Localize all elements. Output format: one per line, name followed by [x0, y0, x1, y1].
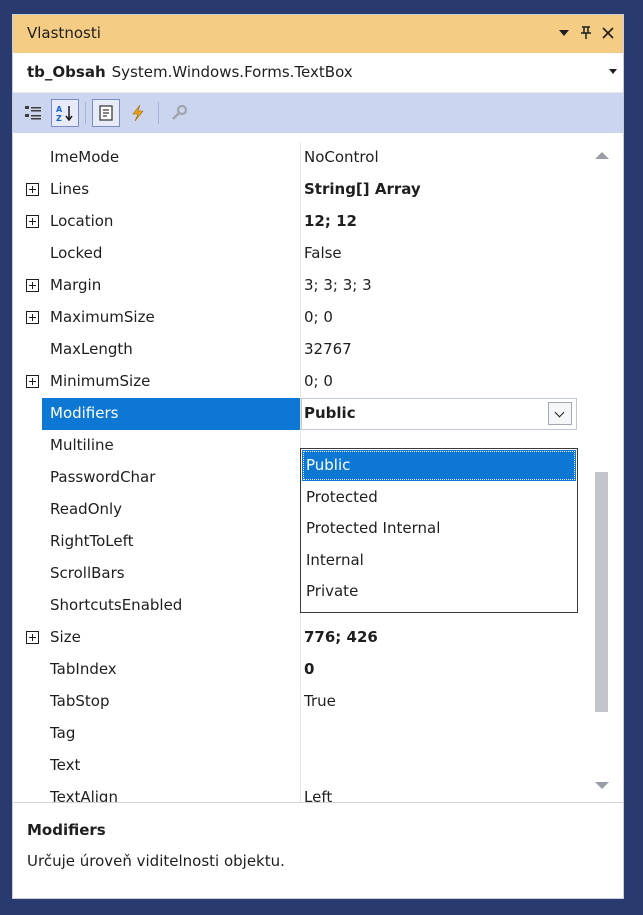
property-row[interactable]: MaximumSize 0; 0 [13, 302, 579, 334]
properties-button[interactable] [92, 99, 120, 127]
dropdown-option[interactable]: Public [302, 450, 576, 481]
expand-icon[interactable] [26, 375, 39, 388]
chevron-down-icon [609, 69, 617, 74]
events-icon [132, 104, 144, 122]
alphabetical-icon: A Z [56, 105, 73, 122]
modifiers-dropdown-list: Public Protected Protected Internal Interna… [300, 448, 578, 613]
properties-window: Vlastnosti tb_Obsah System.Windows.Forms.… [12, 14, 624, 899]
property-row[interactable]: Size 776; 426 [13, 622, 579, 654]
window-options-button[interactable] [553, 21, 575, 45]
property-row[interactable]: Modifiers Public [13, 398, 579, 430]
properties-icon [99, 105, 113, 121]
property-row[interactable]: Locked False [13, 238, 579, 270]
events-button[interactable] [124, 99, 152, 127]
properties-toolbar: A Z [13, 93, 623, 133]
property-name: Locked [50, 244, 103, 262]
property-row[interactable]: Margin 3; 3; 3; 3 [13, 270, 579, 302]
property-name: Lines [50, 180, 90, 198]
property-name: Margin [50, 276, 102, 294]
property-name: ShortcutsEnabled [50, 596, 183, 614]
scroll-down-arrow-icon[interactable] [595, 782, 609, 789]
property-name: Tag [50, 724, 76, 742]
property-name: TextAlign [50, 788, 118, 802]
dropdown-option[interactable]: Private [302, 576, 576, 607]
pin-button[interactable] [575, 21, 597, 45]
expand-icon[interactable] [26, 215, 39, 228]
property-row[interactable]: TabStop True [13, 686, 579, 718]
toolbar-separator [85, 102, 86, 124]
property-row[interactable]: Lines String[] Array [13, 174, 579, 206]
property-row[interactable]: TabIndex 0 [13, 654, 579, 686]
alphabetical-button[interactable]: A Z [51, 99, 79, 127]
object-type: System.Windows.Forms.TextBox [111, 63, 353, 81]
categorized-button[interactable] [19, 99, 47, 127]
property-name: ScrollBars [50, 564, 125, 582]
toolbar-separator [158, 102, 159, 124]
chevron-down-icon[interactable] [548, 402, 572, 425]
close-icon [602, 27, 614, 39]
property-value: False [304, 244, 342, 262]
dropdown-option[interactable]: Protected Internal [302, 513, 576, 544]
property-value: Left [304, 788, 333, 802]
property-value: String[] Array [304, 180, 421, 198]
property-value: 3; 3; 3; 3 [304, 276, 372, 294]
dropdown-option[interactable]: Protected [302, 482, 576, 513]
property-row[interactable]: ImeMode NoControl [13, 142, 579, 174]
property-value: 776; 426 [304, 628, 378, 646]
property-name: Multiline [50, 436, 114, 454]
property-name: Modifiers [50, 404, 119, 422]
property-value[interactable]: Public [304, 404, 574, 422]
property-name: PasswordChar [50, 468, 156, 486]
property-value: 12; 12 [304, 212, 357, 230]
property-value: 32767 [304, 340, 352, 358]
dropdown-arrow-icon [559, 30, 569, 36]
property-pages-button[interactable] [165, 99, 193, 127]
scrollbar-thumb[interactable] [595, 472, 608, 712]
property-value: 0; 0 [304, 372, 333, 390]
property-name: Text [50, 756, 81, 774]
categorized-icon [25, 106, 41, 120]
property-name: ImeMode [50, 148, 120, 166]
property-name: ReadOnly [50, 500, 123, 518]
property-row[interactable]: MaxLength 32767 [13, 334, 579, 366]
property-name: RightToLeft [50, 532, 134, 550]
property-name: Location [50, 212, 114, 230]
svg-text:A: A [56, 105, 63, 114]
expand-icon[interactable] [26, 311, 39, 324]
window-title: Vlastnosti [27, 24, 101, 42]
pin-icon [581, 26, 591, 39]
expand-icon[interactable] [26, 279, 39, 292]
property-name: MaximumSize [50, 308, 155, 326]
svg-text:Z: Z [56, 114, 62, 122]
property-name: MinimumSize [50, 372, 151, 390]
property-name: Size [50, 628, 81, 646]
dropdown-option[interactable]: Internal [302, 545, 576, 576]
close-button[interactable] [597, 21, 619, 45]
property-row[interactable]: TextAlign Left [13, 782, 579, 802]
vertical-scrollbar[interactable] [579, 142, 623, 802]
property-row[interactable]: MinimumSize 0; 0 [13, 366, 579, 398]
window-controls [553, 21, 619, 45]
property-pages-icon [172, 104, 188, 120]
scroll-up-arrow-icon[interactable] [595, 152, 609, 159]
object-selector-label: tb_Obsah System.Windows.Forms.TextBox [27, 63, 353, 81]
description-pane: Modifiers Určuje úroveň viditelnosti obj… [13, 802, 623, 898]
property-value: True [304, 692, 336, 710]
property-row[interactable]: Location 12; 12 [13, 206, 579, 238]
property-value: 0; 0 [304, 308, 333, 326]
property-value: 0 [304, 660, 315, 678]
property-name: TabStop [50, 692, 110, 710]
property-name: MaxLength [50, 340, 133, 358]
property-name: TabIndex [50, 660, 117, 678]
property-row[interactable]: Tag [13, 718, 579, 750]
title-bar: Vlastnosti [13, 15, 623, 53]
object-selector[interactable]: tb_Obsah System.Windows.Forms.TextBox [13, 53, 623, 93]
property-value: NoControl [304, 148, 379, 166]
object-name: tb_Obsah [27, 63, 106, 81]
expand-icon[interactable] [26, 183, 39, 196]
description-title: Modifiers [27, 821, 106, 839]
expand-icon[interactable] [26, 631, 39, 644]
property-row[interactable]: Text [13, 750, 579, 782]
description-text: Určuje úroveň viditelnosti objektu. [27, 852, 285, 870]
